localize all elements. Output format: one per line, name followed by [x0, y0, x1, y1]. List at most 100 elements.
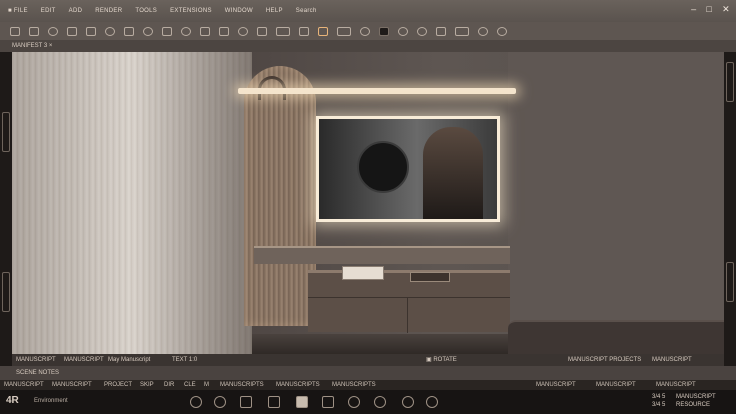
asset-item[interactable]: MANUSCRIPT: [52, 380, 92, 390]
status-label-c: May Manuscript: [108, 357, 151, 363]
pan-tool-icon[interactable]: [124, 26, 134, 36]
scene-dock-icon[interactable]: [402, 396, 414, 408]
viewport-status-bar: MANUSCRIPT MANUSCRIPT May Manuscript TEX…: [12, 354, 724, 366]
grid-tool-icon[interactable]: [257, 26, 267, 36]
asset-item[interactable]: DIR: [164, 380, 174, 390]
close-icon[interactable]: ✕: [722, 4, 730, 15]
scene-notes-label[interactable]: SCENE NOTES: [16, 366, 59, 380]
rotate-tool-icon[interactable]: [48, 26, 58, 36]
right-panel-handle-lower[interactable]: [726, 262, 734, 302]
left-side-panel: [0, 52, 12, 382]
focus-tool-icon[interactable]: [417, 26, 427, 36]
backlit-tv: [316, 116, 500, 222]
asset-item[interactable]: MANUSCRIPTS: [276, 380, 320, 390]
asset-item[interactable]: SKIP: [140, 380, 154, 390]
scene-notes-bar: SCENE NOTES: [0, 366, 736, 380]
tv-cabinet: [308, 270, 510, 333]
version-b: 3/4 5: [652, 402, 666, 408]
settings-dock-icon[interactable]: [426, 396, 438, 408]
render-dock-icon[interactable]: [296, 396, 308, 408]
version-readout: 3/4 5 3/4 5: [652, 393, 665, 409]
menu-file[interactable]: ■ FILE: [8, 8, 28, 14]
tv-portrait-figure: [423, 127, 483, 219]
crop-tool-icon[interactable]: [436, 26, 446, 36]
snap-tool-icon[interactable]: [86, 26, 96, 36]
right-side-panel: [724, 52, 736, 382]
measure-tool-icon[interactable]: [219, 26, 229, 36]
decor-box-dark: [410, 272, 450, 282]
layers-dock-icon[interactable]: [322, 396, 334, 408]
status-rotate-mode[interactable]: ▣ ROTATE: [426, 354, 457, 366]
camera-tool-icon[interactable]: [162, 26, 172, 36]
export-tool-icon[interactable]: [455, 26, 469, 36]
version-a: 3/4 5: [652, 394, 666, 400]
right-wall: [508, 52, 724, 354]
menu-bar: ■ FILE EDIT ADD RENDER TOOLS EXTENSIONS …: [0, 0, 736, 22]
status-text-mode[interactable]: TEXT 1:0: [172, 354, 197, 366]
window-controls: – □ ✕: [691, 4, 730, 15]
dock-right-a[interactable]: MANUSCRIPT: [676, 394, 716, 400]
menu-window[interactable]: WINDOW: [225, 8, 253, 14]
asset-item[interactable]: MANUSCRIPTS: [220, 380, 264, 390]
menu-tools[interactable]: TOOLS: [135, 8, 157, 14]
asset-item-right[interactable]: MANUSCRIPT: [536, 380, 576, 390]
render-view-icon[interactable]: [318, 26, 328, 36]
scale-tool-icon[interactable]: [67, 26, 77, 36]
left-panel-handle[interactable]: [2, 112, 10, 152]
exposure-tool-icon[interactable]: [398, 26, 408, 36]
asset-item[interactable]: CLE: [184, 380, 196, 390]
asset-item[interactable]: MANUSCRIPT: [4, 380, 44, 390]
menu-render[interactable]: RENDER: [95, 8, 122, 14]
asset-item[interactable]: M: [204, 380, 209, 390]
dock-right-labels: MANUSCRIPT RESOURCE: [676, 393, 716, 409]
asset-item[interactable]: PROJECT: [104, 380, 132, 390]
minimize-icon[interactable]: –: [691, 4, 696, 15]
aspect-tool-icon[interactable]: [337, 26, 351, 36]
menu-search[interactable]: Search: [296, 8, 317, 14]
cabinet-drawer-right: [408, 297, 510, 333]
led-light-strip: [238, 88, 516, 94]
menu-extensions[interactable]: EXTENSIONS: [170, 8, 212, 14]
left-panel-handle-lower[interactable]: [2, 272, 10, 312]
history-tool-icon[interactable]: [497, 26, 507, 36]
project-name[interactable]: Environment: [34, 398, 68, 404]
maximize-icon[interactable]: □: [706, 4, 712, 15]
slatted-wood-column: [244, 66, 316, 326]
image-dock-icon[interactable]: [268, 396, 280, 408]
material-dock-icon[interactable]: [240, 396, 252, 408]
orbit-tool-icon[interactable]: [105, 26, 115, 36]
dock-right-b[interactable]: RESOURCE: [676, 402, 710, 408]
background-tool-icon[interactable]: [379, 26, 389, 36]
frame-tool-icon[interactable]: [276, 26, 290, 36]
sun-tool-icon[interactable]: [360, 26, 370, 36]
zoom-tool-icon[interactable]: [143, 26, 153, 36]
render-viewport[interactable]: [12, 52, 724, 354]
camera-dock-icon[interactable]: [348, 396, 360, 408]
asset-item-right[interactable]: MANUSCRIPT: [656, 380, 696, 390]
light-dock-icon[interactable]: [374, 396, 386, 408]
asset-item-right[interactable]: MANUSCRIPT: [596, 380, 636, 390]
cabinet-drawer-left: [308, 297, 408, 333]
document-tab[interactable]: MANIFEST 3 ×: [0, 40, 736, 52]
asset-item[interactable]: MANUSCRIPTS: [332, 380, 376, 390]
light-tool-icon[interactable]: [181, 26, 191, 36]
toolbar: [0, 22, 736, 40]
menu-add[interactable]: ADD: [69, 8, 83, 14]
select-tool-icon[interactable]: [10, 26, 20, 36]
sphere-dock-icon[interactable]: [214, 396, 226, 408]
status-label-b: MANUSCRIPT: [64, 357, 104, 363]
orbit-dock-icon[interactable]: [190, 396, 202, 408]
menu-edit[interactable]: EDIT: [41, 8, 56, 14]
layer-tool-icon[interactable]: [299, 26, 309, 36]
section-tool-icon[interactable]: [238, 26, 248, 36]
sofa: [508, 320, 724, 354]
move-tool-icon[interactable]: [29, 26, 39, 36]
console-shelf: [254, 246, 510, 264]
status-label-a: MANUSCRIPT: [16, 357, 56, 363]
bottom-dock: 4R Environment 3/4 5 3/4 5 MANUSCRIPT RE…: [0, 390, 736, 414]
material-tool-icon[interactable]: [200, 26, 210, 36]
asset-strip: MANUSCRIPT MANUSCRIPT PROJECT SKIP DIR C…: [0, 380, 736, 390]
right-panel-handle[interactable]: [726, 62, 734, 102]
menu-help[interactable]: HELP: [266, 8, 283, 14]
settings-tool-icon[interactable]: [478, 26, 488, 36]
